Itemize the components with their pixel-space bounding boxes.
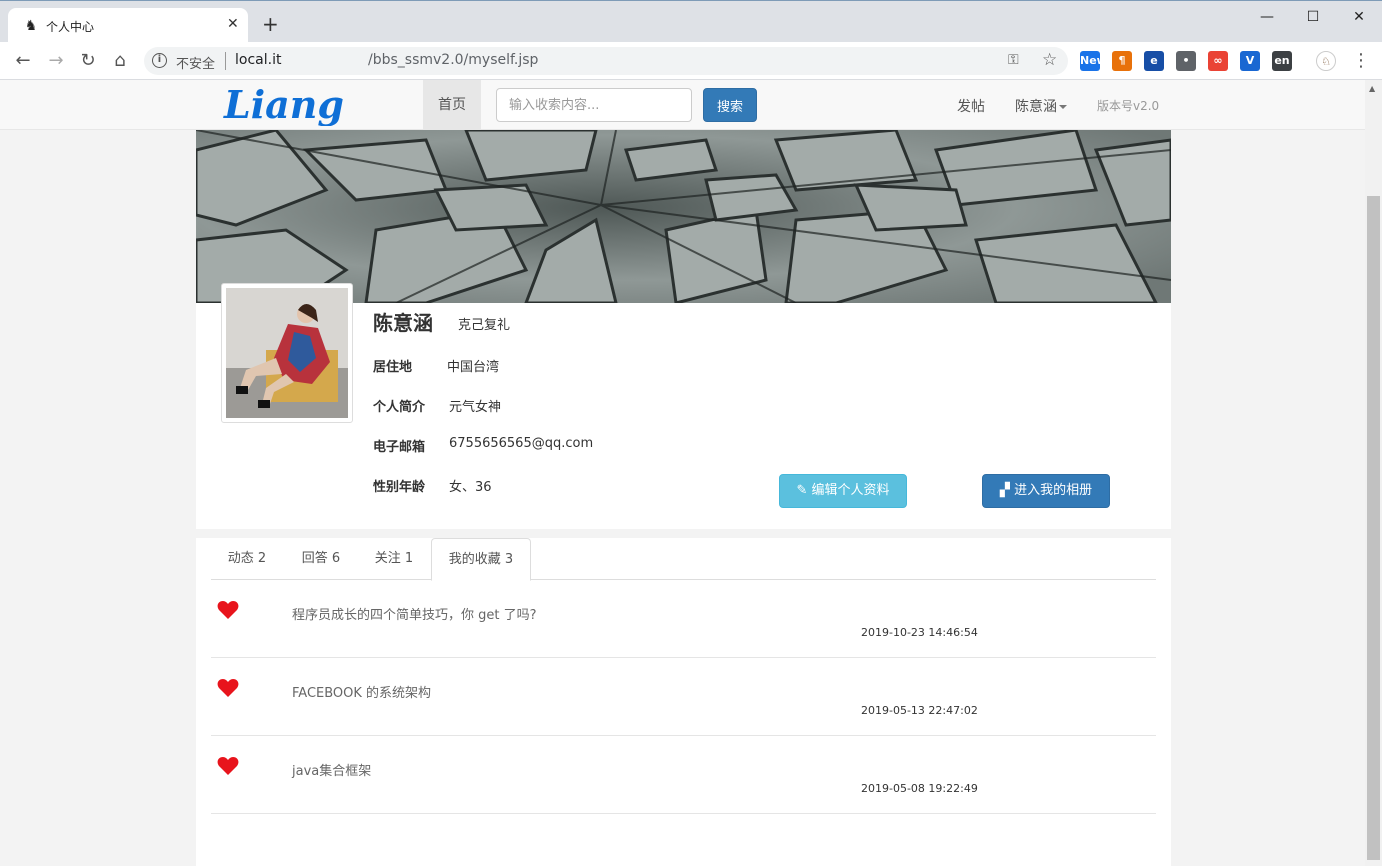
url-path: /bbs_ssmv2.0/myself.jsp [368,52,539,68]
favorite-time: 2019-10-23 14:46:54 [861,626,978,639]
en-extension-icon[interactable]: en [1272,51,1292,71]
logo-text: Liang [223,84,344,126]
e-extension-icon[interactable]: e [1144,51,1164,71]
search-input[interactable] [496,88,692,122]
profile-card: 陈意涵 克己复礼 居住地 中国台湾 个人简介 元气女神 电子邮箱 6755656… [196,283,1171,529]
v-extension-icon[interactable]: V [1240,51,1260,71]
close-window-icon[interactable]: ✕ [1336,6,1382,28]
scroll-up-icon[interactable]: ▲ [1369,84,1375,93]
page-scrollbar[interactable]: ▲ [1365,80,1382,866]
search-button[interactable]: 搜索 [703,88,757,122]
tab-dynamics[interactable]: 动态 2 [211,538,283,580]
open-album-label: 进入我的相册 [1014,483,1093,498]
open-album-button[interactable]: ▞ 进入我的相册 [982,474,1110,508]
profile-name: 陈意涵 [373,311,433,335]
avatar-image [226,288,348,418]
residence-value: 中国台湾 [447,360,500,375]
profile-motto: 克己复礼 [458,318,511,333]
heart-icon [217,601,239,619]
heart-icon [217,757,239,775]
favorite-item[interactable]: 程序员成长的四个简单技巧，你 get 了吗? 2019-10-23 14:46:… [211,580,1156,658]
nav-user-name: 陈意涵 [1015,99,1057,115]
tab-answers[interactable]: 回答 6 [285,538,357,580]
browser-toolbar: ← → ↻ ⌂ i 不安全 local.it /bbs_ssmv2.0/myse… [0,42,1382,80]
tab-title: 个人中心 [46,20,95,34]
tab-follows[interactable]: 关注 1 [359,538,429,580]
address-bar[interactable]: i 不安全 local.it /bbs_ssmv2.0/myself.jsp ⚿… [144,47,1068,75]
omnibox-separator [225,52,226,70]
site-logo[interactable]: Liang [220,84,402,126]
favorite-item[interactable]: java集合框架 2019-05-08 19:22:49 [211,736,1156,814]
bookmark-star-icon[interactable]: ☆ [1042,50,1057,70]
insecure-label: 不安全 [176,57,216,72]
email-value: 6755656565@qq.com [449,436,594,451]
pencil-icon: ✎ [796,483,808,498]
gender-age-value: 女、36 [449,480,492,495]
bio-value: 元气女神 [449,400,502,415]
nav-user-dropdown[interactable]: 陈意涵 [1015,96,1067,116]
favorite-title[interactable]: 程序员成长的四个简单技巧，你 get 了吗? [292,604,537,623]
url-host: local.it [235,52,282,68]
tab-favorites[interactable]: 我的收藏 3 [431,538,531,581]
nav-post[interactable]: 发帖 [957,96,985,116]
new-tab-icon[interactable]: + [262,14,279,34]
activity-panel: 动态 2 回答 6 关注 1 我的收藏 3 程序员成长的四个简单技巧，你 get… [196,538,1171,866]
avatar[interactable] [221,283,353,423]
pilcrow-extension-icon[interactable]: ¶ [1112,51,1132,71]
residence-label: 居住地 [373,360,413,375]
email-label: 电子邮箱 [373,440,426,455]
favorite-time: 2019-05-13 22:47:02 [861,704,978,717]
close-tab-icon[interactable]: ✕ [227,16,239,32]
scroll-thumb[interactable] [1367,196,1380,860]
edit-profile-label: 编辑个人资料 [811,483,890,498]
back-icon[interactable]: ← [12,50,34,72]
edit-profile-button[interactable]: ✎ 编辑个人资料 [779,474,907,508]
new-extension-icon[interactable]: New [1080,51,1107,71]
minimize-icon[interactable]: — [1244,6,1290,28]
profile-avatar-icon[interactable]: ♘ [1316,51,1336,71]
profile-banner [196,130,1171,303]
browser-tab[interactable]: ♞ 个人中心 ✕ [8,8,248,43]
infinity-extension-icon[interactable]: ∞ [1208,51,1228,71]
tabs-nav: 动态 2 回答 6 关注 1 我的收藏 3 [211,538,1156,581]
banner-image [196,130,1171,303]
favorite-item[interactable]: FACEBOOK 的系统架构 2019-05-13 22:47:02 [211,658,1156,736]
favorite-time: 2019-05-08 19:22:49 [861,782,978,795]
road-icon: ▞ [999,483,1010,498]
nav-version: 版本号v2.0 [1097,99,1160,113]
bulb-extension-icon[interactable]: • [1176,51,1196,71]
site-navbar: Liang 首页 搜索 发帖 陈意涵 版本号v2.0 [0,80,1365,130]
bio-label: 个人简介 [373,400,426,415]
reload-icon[interactable]: ↻ [77,50,99,72]
page-viewport: Liang 首页 搜索 发帖 陈意涵 版本号v2.0 [0,80,1365,866]
heart-icon [217,679,239,697]
browser-tabstrip: ♞ 个人中心 ✕ + — ☐ ✕ [0,0,1382,43]
gender-age-label: 性别年龄 [373,480,426,495]
page-favicon-icon: ♞ [24,18,38,34]
favorite-title[interactable]: FACEBOOK 的系统架构 [292,682,431,701]
key-icon[interactable]: ⚿ [1008,52,1019,68]
maximize-icon[interactable]: ☐ [1290,6,1336,28]
caret-down-icon [1059,105,1067,109]
home-icon[interactable]: ⌂ [109,50,131,72]
forward-icon[interactable]: → [45,50,67,72]
nav-home[interactable]: 首页 [423,80,481,130]
favorite-title[interactable]: java集合框架 [292,760,371,779]
browser-menu-icon[interactable]: ⋮ [1352,50,1370,71]
info-icon[interactable]: i [152,53,167,68]
